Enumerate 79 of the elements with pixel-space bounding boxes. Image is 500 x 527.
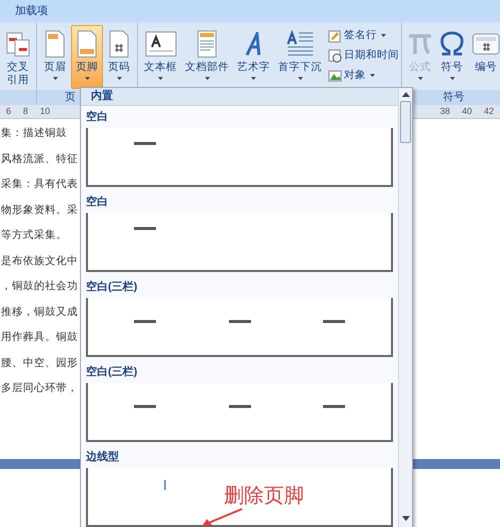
scroll-up-icon[interactable]: [402, 92, 410, 97]
annotation-text: 删除页脚: [224, 484, 304, 508]
page-number-icon: [107, 30, 131, 58]
document-text-line: 风格流派、特征: [1, 152, 78, 166]
document-text-line: ，铜鼓的社会功: [1, 279, 78, 294]
document-text-line: 腰、中空、园形: [1, 356, 78, 370]
caret-icon: [370, 74, 375, 77]
text-placeholder-icon: [323, 320, 345, 323]
text-box-icon: [144, 30, 176, 58]
caret-icon: [116, 77, 122, 80]
omega-icon: [440, 30, 464, 58]
drop-cap-icon: [286, 30, 314, 58]
text-placeholder-icon: [134, 227, 156, 230]
text-placeholder-icon: [134, 142, 156, 145]
ruler-number: 42: [484, 104, 494, 118]
text-placeholder-icon: [228, 405, 250, 408]
calendar-clock-icon: [328, 48, 342, 62]
text-placeholder-icon: [323, 405, 345, 408]
footer-gallery-item[interactable]: [86, 383, 393, 442]
footer-gallery-item[interactable]: [86, 468, 393, 527]
ribbon-button[interactable]: 符号: [436, 25, 468, 89]
group-label: 符号: [443, 92, 465, 103]
ruler-number: 10: [40, 104, 50, 118]
ribbon-menu-button[interactable]: 对象: [328, 67, 399, 84]
cross-reference-icon: [6, 30, 30, 58]
ruler-number: 38: [440, 104, 450, 118]
document-text-line: 集：描述铜鼓: [1, 126, 67, 141]
footer-gallery-item[interactable]: [86, 298, 393, 357]
ribbon-button[interactable]: 页眉: [39, 25, 71, 89]
caret-icon: [381, 34, 386, 37]
document-text-line: 采集：具有代表: [1, 177, 78, 192]
footer-gallery-item[interactable]: [86, 213, 393, 272]
ribbon-button[interactable]: 艺术字: [233, 25, 274, 89]
scroll-thumb[interactable]: [400, 101, 411, 143]
footer-gallery-item[interactable]: [86, 128, 393, 187]
document-text-line: 多层同心环带，: [1, 381, 78, 396]
document-parts-icon: [195, 30, 219, 58]
text-placeholder-icon: [134, 320, 156, 323]
page-header-icon: [43, 30, 67, 58]
document-text-line: 是布依族文化中: [1, 254, 78, 268]
document-text-line: 物形象资料。采: [1, 202, 78, 218]
gallery-label: 空白: [86, 110, 109, 125]
ribbon-button[interactable]: 页脚: [71, 25, 103, 89]
document-text-line: 推移，铜鼓又成: [1, 304, 78, 320]
document-text-line: 用作葬具。铜鼓: [1, 330, 78, 345]
caret-icon: [418, 77, 422, 80]
ribbon-button[interactable]: 文本框: [140, 25, 181, 89]
menu-heading: 内置: [91, 88, 113, 104]
group-label: 页: [65, 92, 76, 103]
page-footer-icon: [75, 30, 99, 58]
ribbon-menu-button[interactable]: 签名行: [328, 27, 399, 44]
caret-icon: [84, 77, 90, 80]
ruler-number: 40: [462, 104, 472, 118]
caret-icon: [251, 77, 256, 80]
ruler-number: 6: [6, 104, 12, 118]
embedded-object-icon: [328, 68, 342, 82]
gallery-label: 边线型: [86, 450, 120, 465]
document-text-line: 等方式采集。: [1, 228, 67, 243]
caret-icon: [298, 77, 302, 80]
ribbon-button[interactable]: 页码: [103, 25, 135, 89]
ruler-number: 8: [23, 104, 28, 118]
ribbon-menu-button[interactable]: 日期和时间: [328, 47, 399, 64]
ribbon-button[interactable]: 编号: [468, 25, 500, 89]
gallery-label: 空白(三栏): [86, 364, 138, 380]
word-art-icon: [244, 32, 262, 56]
text-placeholder-icon: [228, 320, 250, 323]
signature-icon: [328, 28, 342, 42]
caret-icon: [450, 77, 454, 80]
ribbon-button[interactable]: 首字下沉: [274, 25, 326, 89]
caret-icon: [52, 77, 58, 80]
gallery-label: 空白: [86, 194, 109, 210]
ribbon-tab[interactable]: 加载项: [15, 2, 48, 20]
caret-icon: [158, 77, 163, 80]
annotation-arrow-icon: [200, 508, 244, 526]
scrollbar[interactable]: [398, 88, 412, 527]
gallery-label: 空白(三栏): [86, 280, 138, 295]
scroll-down-icon[interactable]: [402, 516, 410, 521]
text-placeholder-icon: [134, 405, 156, 408]
caret-icon: [204, 77, 210, 80]
